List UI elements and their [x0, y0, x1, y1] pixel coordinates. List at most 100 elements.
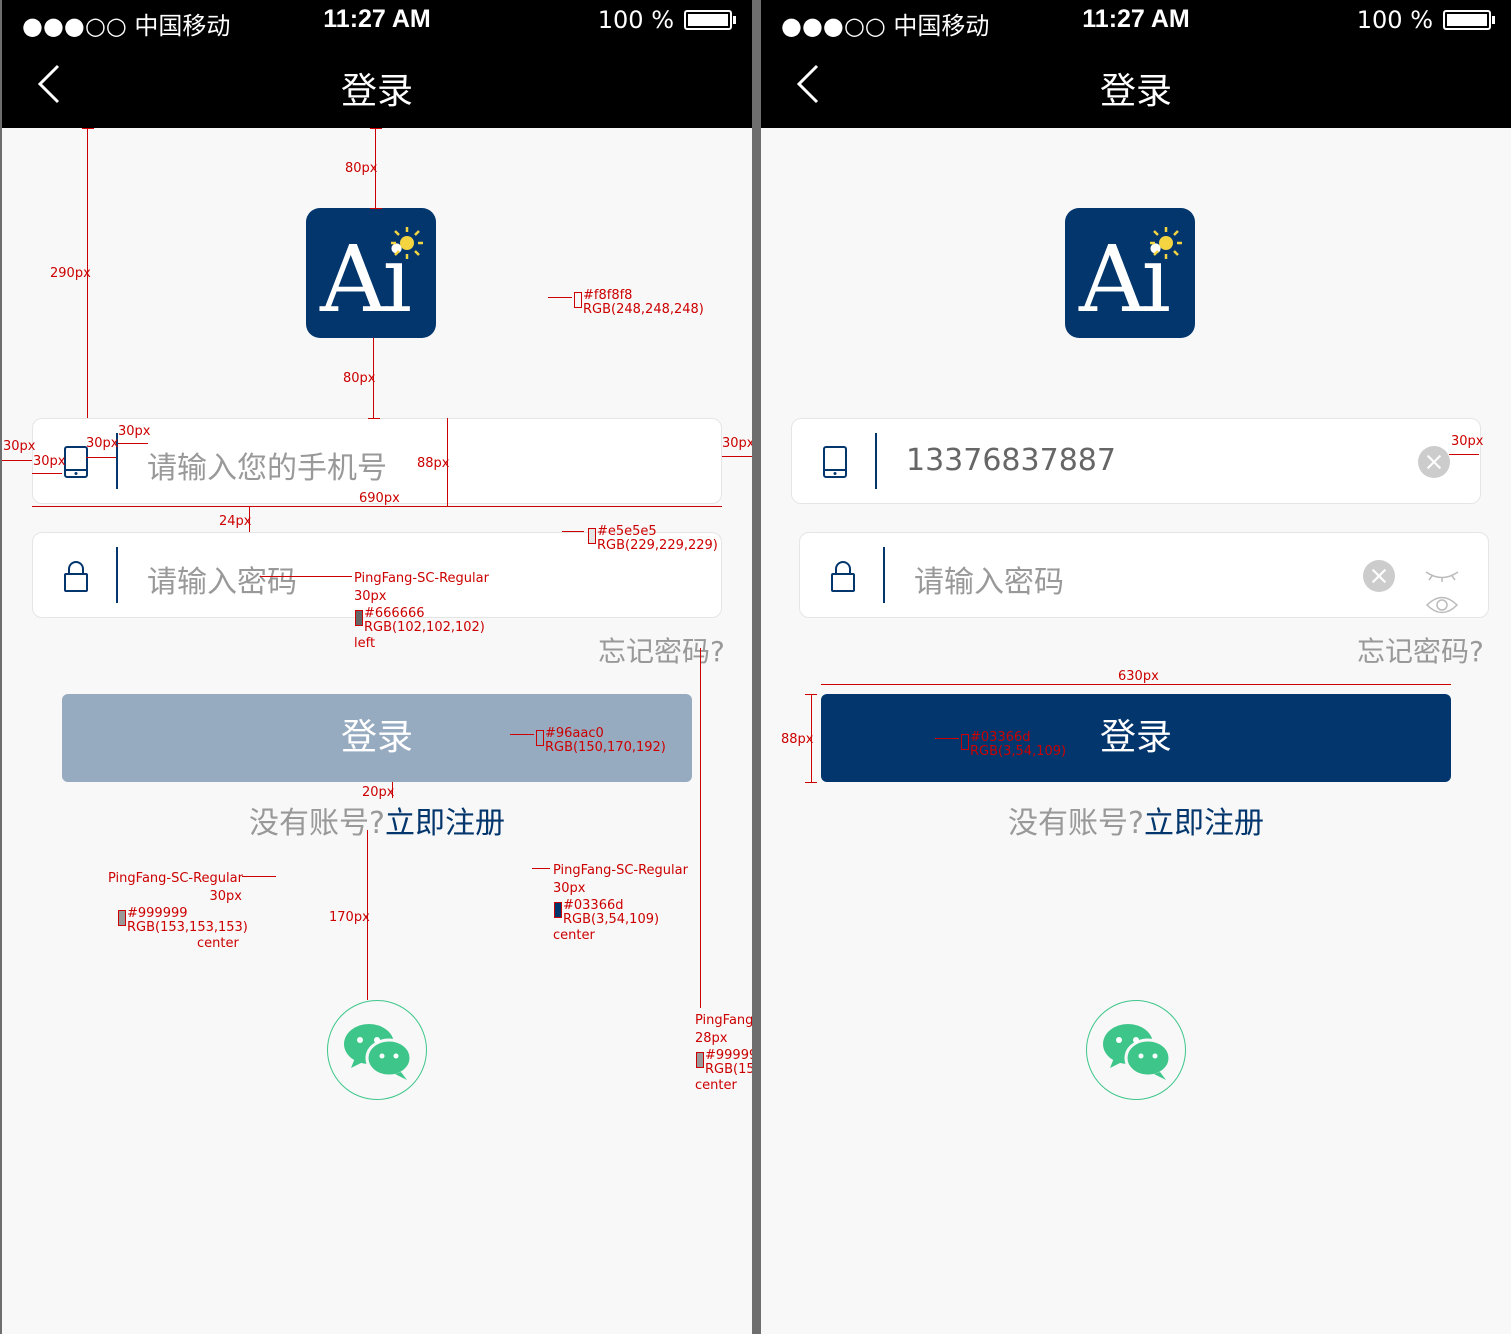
- sun-icon: [391, 227, 423, 259]
- sun-icon: [1150, 227, 1182, 259]
- login-button[interactable]: 登录: [821, 694, 1451, 782]
- annotation-30-divider: 30px: [86, 436, 119, 451]
- annotation-24: 24px: [219, 514, 252, 529]
- field-divider: [883, 547, 885, 603]
- annotation-forgot-hex: #999999: [705, 1048, 752, 1063]
- page-title: 登录: [340, 71, 413, 112]
- annotation-170: 170px: [329, 910, 370, 925]
- color-swatch: [696, 1052, 704, 1068]
- annotation-border-color: #e5e5e5 RGB(229,229,229): [597, 525, 718, 553]
- annotation-88: 88px: [417, 456, 450, 471]
- annotation-input-font-name: PingFang-SC-Regular: [354, 571, 489, 586]
- lock-icon: [831, 561, 855, 592]
- annotation-forgot-font: PingFang-SC-Regular 28px: [695, 1012, 752, 1048]
- annotation-input-font: PingFang-SC-Regular 30px: [354, 570, 489, 606]
- dim-line: [118, 443, 148, 444]
- annotation-20: 20px: [362, 785, 395, 800]
- annotation-register-font: PingFang-SC-Regular 30px: [553, 862, 688, 898]
- color-swatch: [355, 610, 363, 626]
- field-divider: [875, 433, 877, 489]
- annotation-question-font-name: PingFang-SC-Regular: [108, 871, 243, 886]
- password-field[interactable]: 请输入密码: [799, 532, 1489, 618]
- phone-input[interactable]: 13376837887: [906, 443, 1116, 478]
- annotation-630: 630px: [1118, 669, 1159, 684]
- phone-icon: [823, 446, 847, 478]
- annotation-forgot-align: center: [695, 1078, 737, 1093]
- annotation-question-color: #999999 RGB(153,153,153): [127, 907, 248, 935]
- eye-closed-icon[interactable]: [1424, 569, 1460, 583]
- status-bar: ●●●○○ 中国移动 11:27 AM 100 %: [761, 0, 1511, 42]
- annotation-question-rgb: RGB(153,153,153): [127, 920, 248, 935]
- wechat-login-button[interactable]: [1086, 1000, 1186, 1100]
- register-link[interactable]: 立即注册: [1144, 806, 1264, 841]
- annotation-input-rgb: RGB(102,102,102): [364, 620, 485, 635]
- password-input[interactable]: 请输入密码: [914, 557, 1064, 601]
- battery-icon: [684, 10, 736, 30]
- dim-line: [805, 694, 817, 695]
- clear-password-icon[interactable]: [1363, 560, 1395, 592]
- annotation-30-right: 30px: [1451, 434, 1484, 449]
- dim-line: [82, 128, 94, 129]
- app-logo: Ai: [1065, 208, 1195, 338]
- signup-row: 没有账号?立即注册: [761, 798, 1511, 842]
- dim-line: [368, 418, 380, 419]
- annotation-question-font-size: 30px: [209, 889, 243, 904]
- phone-input[interactable]: 请输入您的手机号: [147, 443, 387, 487]
- annotation-button-hex: #03366d: [970, 730, 1031, 745]
- annotation-80-bottom: 80px: [343, 371, 376, 386]
- right-screen-filled: ●●●○○ 中国移动 11:27 AM 100 % 登录 Ai 13376837…: [761, 0, 1511, 1334]
- clear-phone-icon[interactable]: [1418, 446, 1450, 478]
- no-account-label: 没有账号?: [1008, 806, 1144, 841]
- annotation-30-icon: 30px: [33, 454, 66, 469]
- register-link[interactable]: 立即注册: [385, 806, 505, 841]
- no-account-label: 没有账号?: [249, 806, 385, 841]
- annotation-register-color: #03366d RGB(3,54,109): [563, 899, 659, 927]
- signup-row: 没有账号?立即注册: [2, 798, 752, 842]
- annotation-80-top: 80px: [345, 161, 378, 176]
- annotation-290: 290px: [50, 266, 91, 281]
- forgot-password-link[interactable]: 忘记密码?: [598, 630, 725, 670]
- dim-line: [821, 684, 1451, 685]
- annotation-button-color: #96aac0 RGB(150,170,192): [545, 727, 666, 755]
- app-logo: Ai: [306, 208, 436, 338]
- dim-line: [2, 460, 32, 461]
- annotation-input-font-size: 30px: [354, 589, 387, 604]
- color-swatch: [118, 910, 126, 926]
- dim-line: [700, 648, 701, 1008]
- dim-line: [32, 506, 722, 507]
- phone-field[interactable]: 13376837887: [791, 418, 1481, 504]
- password-input[interactable]: 请输入密码: [147, 557, 297, 601]
- annotation-88: 88px: [781, 732, 814, 747]
- annotation-30-gap: 30px: [118, 424, 151, 439]
- battery-label: 100 %: [1356, 6, 1433, 34]
- status-bar: ●●●○○ 中国移动 11:27 AM 100 %: [2, 0, 752, 42]
- wechat-icon: [344, 1024, 413, 1080]
- annotation-30-left: 30px: [3, 439, 36, 454]
- annotation-register-rgb: RGB(3,54,109): [563, 912, 660, 927]
- battery-indicator: 100 %: [1356, 6, 1495, 34]
- dim-line: [548, 297, 572, 298]
- dim-line: [370, 208, 382, 209]
- eye-open-icon[interactable]: [1425, 592, 1459, 618]
- forgot-password-link[interactable]: 忘记密码?: [1357, 630, 1484, 670]
- color-swatch: [574, 292, 582, 308]
- dim-line: [510, 734, 534, 735]
- dim-line: [242, 876, 276, 877]
- annotation-register-font-size: 30px: [553, 881, 586, 896]
- annotation-bg-color: #f8f8f8 RGB(248,248,248): [583, 289, 704, 317]
- dim-line: [260, 576, 352, 577]
- dim-line: [1449, 454, 1479, 455]
- color-swatch: [536, 730, 544, 746]
- color-swatch: [961, 734, 969, 750]
- wechat-login-button[interactable]: [327, 1000, 427, 1100]
- annotation-bg-rgb: RGB(248,248,248): [583, 302, 704, 317]
- dim-line: [532, 868, 550, 869]
- annotation-input-align: left: [354, 636, 376, 651]
- annotation-register-hex: #03366d: [563, 898, 624, 913]
- battery-label: 100 %: [597, 6, 674, 34]
- annotation-button-rgb: RGB(3,54,109): [970, 744, 1067, 759]
- field-divider: [116, 547, 118, 603]
- dim-line: [935, 738, 959, 739]
- annotation-question-align: center: [197, 936, 239, 951]
- annotation-border-hex: #e5e5e5: [597, 524, 657, 539]
